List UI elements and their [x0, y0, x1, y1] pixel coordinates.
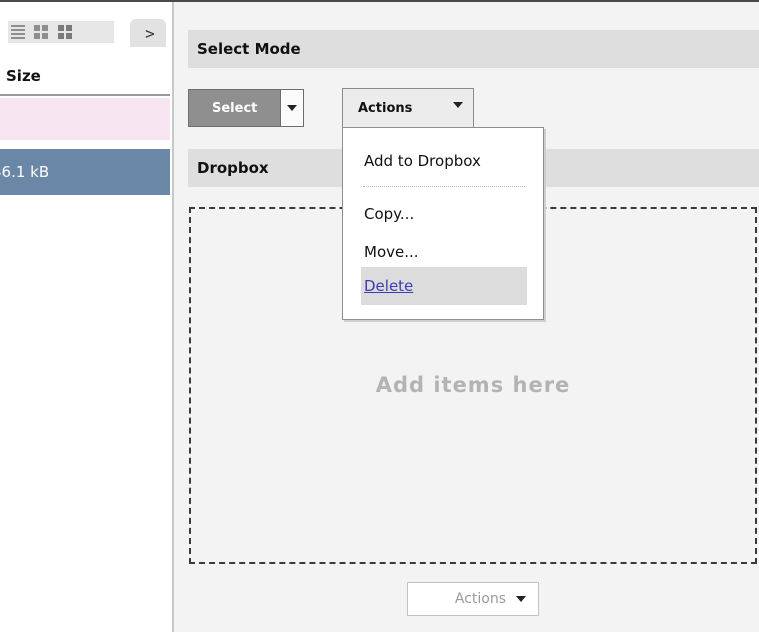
- menu-separator: [363, 186, 525, 187]
- view-mode-toggles: [8, 21, 114, 43]
- size-column-header[interactable]: Size: [0, 58, 170, 96]
- actions-menu: Add to Dropbox Copy... Move... Delete: [342, 127, 544, 320]
- actions-button-label: Actions: [358, 100, 413, 116]
- large-grid-view-icon[interactable]: [58, 25, 72, 39]
- caret-down-icon: [287, 105, 298, 111]
- select-button-label: Select: [212, 100, 258, 116]
- menu-item-move[interactable]: Move...: [364, 243, 419, 261]
- file-list-panel: > Size 46.1 kB: [0, 2, 170, 632]
- select-button[interactable]: Select: [188, 89, 304, 127]
- chevron-right-icon: >: [145, 23, 155, 43]
- file-size: 46.1 kB: [0, 163, 50, 181]
- file-row-selected[interactable]: 46.1 kB: [0, 149, 170, 195]
- menu-item-delete[interactable]: Delete: [364, 277, 413, 295]
- list-view-icon[interactable]: [11, 25, 25, 39]
- select-dropdown-toggle[interactable]: [280, 90, 303, 126]
- actions-dropdown-button[interactable]: Actions: [342, 88, 474, 128]
- menu-item-add-to-dropbox[interactable]: Add to Dropbox: [364, 152, 481, 170]
- select-mode-header: Select Mode: [188, 30, 759, 68]
- expand-panel-button[interactable]: >: [130, 19, 166, 47]
- small-grid-view-icon[interactable]: [34, 25, 48, 39]
- file-row[interactable]: [0, 98, 170, 140]
- dropbox-actions-button[interactable]: Actions: [407, 582, 539, 616]
- caret-down-icon: [453, 102, 463, 108]
- drop-zone-hint: Add items here: [375, 373, 571, 397]
- dropbox-actions-label: Actions: [454, 591, 506, 607]
- menu-item-copy[interactable]: Copy...: [364, 205, 414, 223]
- caret-down-icon: [516, 596, 526, 602]
- dropbox-title: Dropbox: [197, 159, 269, 177]
- select-mode-title: Select Mode: [197, 40, 301, 58]
